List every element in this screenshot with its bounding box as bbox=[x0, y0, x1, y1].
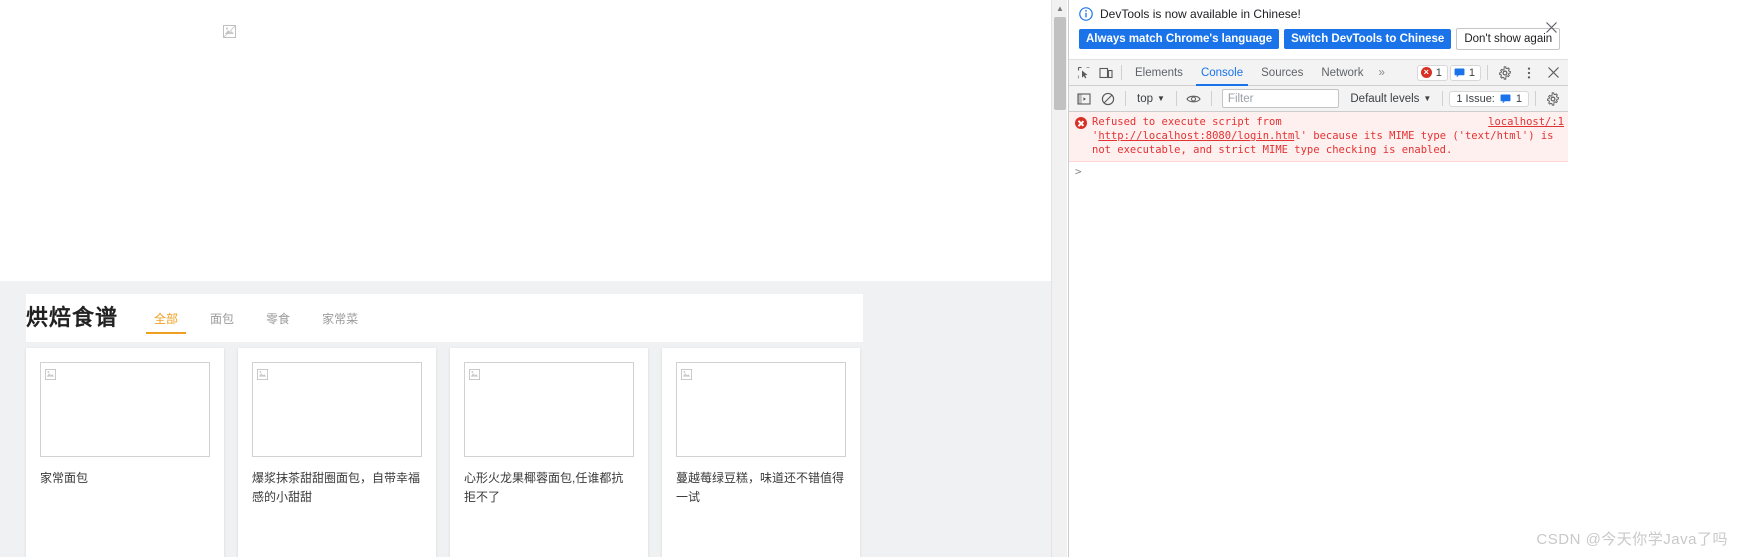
broken-image-icon bbox=[45, 367, 56, 380]
message-icon bbox=[1454, 67, 1465, 78]
console-filter-input[interactable] bbox=[1221, 89, 1340, 108]
console-filter-toolbar: top ▼ Default levels ▼ 1 Issue: bbox=[1069, 86, 1568, 112]
message-icon bbox=[1500, 93, 1511, 104]
log-levels-value: Default levels bbox=[1350, 92, 1420, 105]
live-expression-eye-icon[interactable] bbox=[1183, 88, 1205, 110]
recipe-card-title: 家常面包 bbox=[40, 471, 89, 485]
log-levels-select[interactable]: Default levels ▼ bbox=[1345, 93, 1436, 105]
error-icon bbox=[1075, 117, 1087, 129]
chevron-down-icon: ▼ bbox=[1423, 94, 1432, 103]
divider bbox=[1121, 65, 1122, 80]
execution-context-value: top bbox=[1137, 92, 1153, 105]
issues-badge[interactable]: 1 Issue: 1 bbox=[1449, 90, 1529, 107]
console-prompt[interactable]: > bbox=[1069, 162, 1568, 181]
error-url-link[interactable]: http://localhost:8080/login.htm bbox=[1098, 130, 1294, 142]
divider bbox=[1125, 91, 1126, 106]
devtools-tabbar: Elements Console Sources Network » × 1 1 bbox=[1069, 60, 1568, 86]
tab-label: 家常菜 bbox=[322, 311, 359, 326]
console-output[interactable]: localhost/:1 Refused to execute script f… bbox=[1069, 112, 1568, 549]
console-sidebar-icon[interactable] bbox=[1073, 88, 1095, 110]
prompt-caret-icon: > bbox=[1075, 165, 1082, 178]
recipe-category-tabs[interactable]: 全部 面包 零食 家常菜 bbox=[138, 294, 374, 342]
chevron-down-icon: ▼ bbox=[1157, 94, 1165, 103]
recipe-section-header: 烘焙食谱 全部 面包 零食 家常菜 bbox=[26, 294, 863, 342]
always-match-language-button[interactable]: Always match Chrome's language bbox=[1079, 29, 1280, 49]
divider bbox=[1487, 65, 1488, 80]
switch-devtools-language-button[interactable]: Switch DevTools to Chinese bbox=[1284, 29, 1452, 49]
clear-console-icon[interactable] bbox=[1097, 88, 1119, 110]
recipe-card-title: 心形火龙果椰蓉面包,任谁都抗拒不了 bbox=[464, 471, 624, 504]
close-devtools-icon[interactable] bbox=[1542, 62, 1564, 84]
console-settings-gear-icon[interactable] bbox=[1542, 88, 1564, 110]
tab-label: Elements bbox=[1135, 66, 1183, 79]
tab-all[interactable]: 全部 bbox=[138, 294, 194, 342]
error-count-badge[interactable]: × 1 bbox=[1416, 64, 1448, 81]
infobar-message: DevTools is now available in Chinese! bbox=[1100, 7, 1301, 21]
recipe-thumbnail bbox=[252, 362, 422, 457]
screenshot-root: 烘焙食谱 全部 面包 零食 家常菜 家常面包 爆浆抹茶甜甜圈面包，自带幸福感的小… bbox=[0, 0, 1740, 557]
error-count: 1 bbox=[1435, 66, 1442, 79]
close-icon[interactable] bbox=[1542, 18, 1560, 36]
tab-label: Network bbox=[1321, 66, 1364, 79]
page-title: 烘焙食谱 bbox=[26, 305, 119, 330]
divider bbox=[1442, 91, 1444, 106]
error-icon: × bbox=[1420, 67, 1432, 78]
console-error-text: localhost/:1 Refused to execute script f… bbox=[1092, 115, 1564, 157]
device-toolbar-icon[interactable] bbox=[1095, 62, 1117, 84]
message-count-badge[interactable]: 1 bbox=[1449, 64, 1481, 81]
scroll-up-arrow-icon[interactable]: ▲ bbox=[1052, 0, 1068, 16]
broken-image-icon bbox=[223, 25, 236, 38]
tab-label: 面包 bbox=[210, 311, 235, 326]
tab-snacks[interactable]: 零食 bbox=[250, 294, 306, 342]
devtools-language-infobar: DevTools is now available in Chinese! Al… bbox=[1069, 0, 1568, 60]
scrollbar-thumb[interactable] bbox=[1054, 17, 1066, 110]
browser-page-viewport: 烘焙食谱 全部 面包 零食 家常菜 家常面包 爆浆抹茶甜甜圈面包，自带幸福感的小… bbox=[0, 0, 1051, 557]
recipe-card-title: 蔓越莓绿豆糕，味道还不错值得一试 bbox=[676, 471, 845, 504]
tab-label: Console bbox=[1200, 66, 1244, 79]
recipe-thumbnail bbox=[464, 362, 634, 457]
gear-icon[interactable] bbox=[1494, 62, 1516, 84]
broken-image-icon bbox=[681, 367, 692, 380]
divider bbox=[1535, 91, 1536, 106]
tab-console[interactable]: Console bbox=[1192, 60, 1252, 86]
tab-network[interactable]: Network bbox=[1312, 60, 1372, 86]
recipe-card[interactable]: 家常面包 bbox=[26, 348, 224, 557]
broken-image-icon bbox=[257, 367, 268, 380]
inspect-element-icon[interactable] bbox=[1073, 62, 1095, 84]
divider bbox=[1210, 91, 1212, 106]
tab-sources[interactable]: Sources bbox=[1252, 60, 1312, 86]
recipe-card-title: 爆浆抹茶甜甜圈面包，自带幸福感的小甜甜 bbox=[252, 471, 421, 504]
banner-carousel[interactable] bbox=[0, 0, 1051, 285]
divider bbox=[1175, 91, 1177, 106]
issues-label: 1 Issue: bbox=[1456, 92, 1495, 105]
message-count: 1 bbox=[1468, 66, 1475, 79]
recipe-card[interactable]: 蔓越莓绿豆糕，味道还不错值得一试 bbox=[662, 348, 860, 557]
info-icon bbox=[1079, 7, 1093, 21]
console-error-message[interactable]: localhost/:1 Refused to execute script f… bbox=[1069, 112, 1568, 162]
more-options-icon[interactable] bbox=[1518, 62, 1540, 84]
recipe-thumbnail bbox=[40, 362, 210, 457]
tab-bread[interactable]: 面包 bbox=[194, 294, 250, 342]
page-scrollbar[interactable]: ▲ bbox=[1051, 0, 1067, 557]
recipe-thumbnail bbox=[676, 362, 846, 457]
error-source-link[interactable]: localhost/:1 bbox=[1488, 115, 1564, 129]
tab-elements[interactable]: Elements bbox=[1126, 60, 1192, 86]
recipe-card[interactable]: 心形火龙果椰蓉面包,任谁都抗拒不了 bbox=[450, 348, 648, 557]
tab-label: 全部 bbox=[154, 311, 179, 326]
execution-context-select[interactable]: top ▼ bbox=[1132, 93, 1170, 105]
recipe-card-list: 家常面包 爆浆抹茶甜甜圈面包，自带幸福感的小甜甜 心形火龙果椰蓉面包,任谁都抗拒… bbox=[26, 348, 1026, 557]
more-tabs-icon[interactable]: » bbox=[1373, 60, 1391, 86]
watermark: CSDN @今天你学Java了吗 bbox=[1536, 531, 1728, 548]
tab-homecooking[interactable]: 家常菜 bbox=[306, 294, 374, 342]
tab-label: 零食 bbox=[266, 311, 291, 326]
tab-label: Sources bbox=[1261, 66, 1304, 79]
broken-image-icon bbox=[469, 367, 480, 380]
devtools-panel: DevTools is now available in Chinese! Al… bbox=[1068, 0, 1568, 557]
recipe-card[interactable]: 爆浆抹茶甜甜圈面包，自带幸福感的小甜甜 bbox=[238, 348, 436, 557]
issues-count: 1 bbox=[1515, 92, 1522, 105]
